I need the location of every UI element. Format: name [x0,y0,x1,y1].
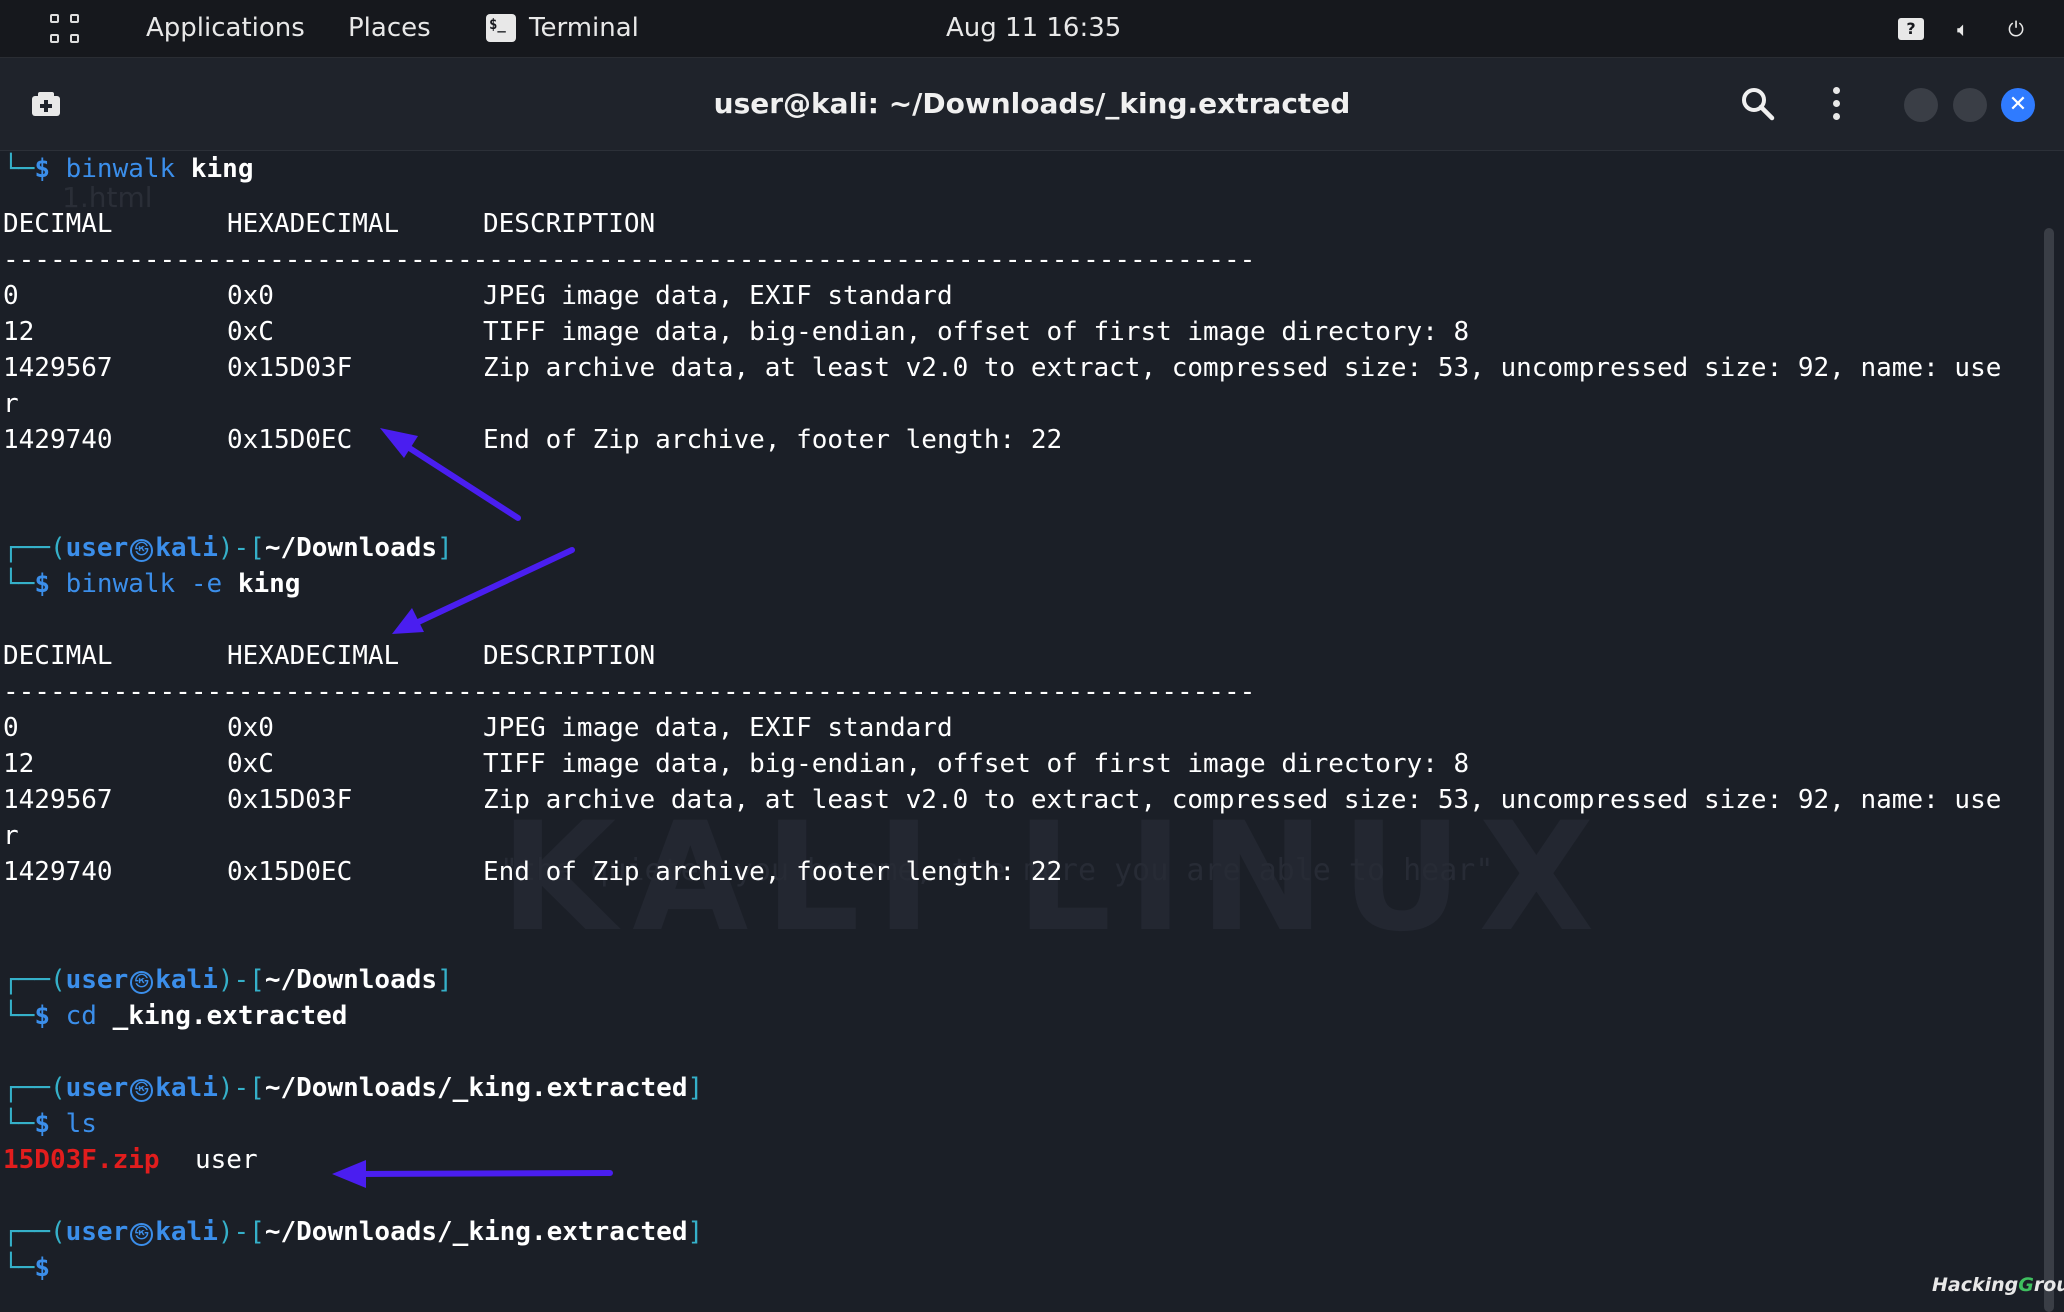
prompt-line: ┌──(user ㉿ kali)-[~/Downloads/_king.extrac… [3,1217,704,1247]
kali-icon: ㉿ [130,971,154,994]
user-file[interactable]: user [195,1142,258,1178]
prompt-line: ┌──(user ㉿ kali)-[~/Downloads] [3,533,453,563]
power-icon[interactable]: ⏻ [2003,16,2029,42]
table-separator: ----------------------------------------… [3,245,1256,275]
applications-menu[interactable]: Applications [146,0,305,57]
close-icon[interactable]: ✕ [2001,88,2035,122]
terminal-output[interactable]: KALI LINUX "the quieter you become, the … [0,151,2064,1312]
command-line: └─$ binwalk king [3,154,254,184]
kali-icon: ㉿ [130,539,154,562]
search-icon[interactable] [1740,86,1776,122]
table-row: 1429740 0x15D0EC End of Zip archive, foote… [3,425,1063,455]
command-line: └─$ binwalk -e king [3,569,301,599]
active-app-label[interactable]: Terminal [529,0,639,57]
gnome-top-bar: Applications Places $_ Terminal Aug 11 1… [0,0,2064,58]
maximize-icon[interactable] [1953,88,1987,122]
help-icon[interactable]: ? [1898,18,1924,40]
command-line-active[interactable]: └─$ [3,1250,50,1286]
terminal-scrollbar[interactable] [2044,228,2054,1312]
table-row: 1429740 0x15D0EC End of Zip archive, foote… [3,857,1063,887]
volume-icon[interactable]: 🔈︎ [1950,16,1976,42]
kali-icon: ㉿ [130,1223,154,1246]
hackinggroup-logo: HackingGroup [1932,1274,2064,1296]
table-row: 0 0x0 JPEG image data, EXIF standard [3,281,953,311]
table-row: 0 0x0 JPEG image data, EXIF standard [3,713,953,743]
prompt-line: ┌──(user ㉿ kali)-[~/Downloads] [3,965,453,995]
command-line: └─$ cd _king.extracted [3,1001,348,1031]
table-row-wrap: r [3,821,19,851]
table-row-wrap: r [3,389,19,419]
table-header: DECIMAL HEXADECIMAL DESCRIPTION [3,209,656,239]
apps-grid-icon[interactable] [48,12,84,48]
ls-output: 15D03F.zip user [3,1142,258,1178]
terminal-icon[interactable]: $_ [486,14,516,42]
prompt-line: ┌──(user ㉿ kali)-[~/Downloads/_king.extrac… [3,1073,704,1103]
places-menu[interactable]: Places [348,0,431,57]
command-line: └─$ ls [3,1109,97,1139]
zip-file[interactable]: 15D03F.zip [3,1145,160,1175]
table-separator: ----------------------------------------… [3,677,1256,707]
menu-icon[interactable] [1826,84,1846,124]
minimize-icon[interactable] [1904,88,1938,122]
table-row: 12 0xC TIFF image data, big-endian, offset… [3,749,1470,779]
kali-icon: ㉿ [130,1079,154,1102]
table-row: 12 0xC TIFF image data, big-endian, offset… [3,317,1470,347]
table-header: DECIMAL HEXADECIMAL DESCRIPTION [3,641,656,671]
clock[interactable]: Aug 11 16:35 [946,0,1121,57]
table-row: 1429567 0x15D03F Zip archive data, at leas… [3,353,2002,383]
table-row: 1429567 0x15D03F Zip archive data, at leas… [3,785,2002,815]
